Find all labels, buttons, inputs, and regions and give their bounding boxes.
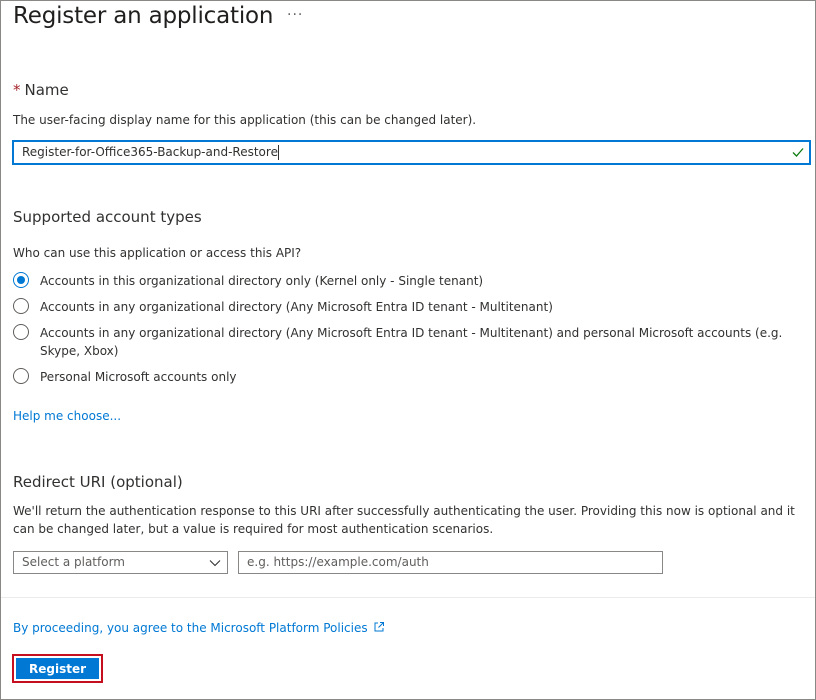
radio-button-checked[interactable] [13,272,29,288]
footer-bar: By proceeding, you agree to the Microsof… [1,597,815,699]
name-input[interactable]: Register-for-Office365-Backup-and-Restor… [13,141,810,164]
platform-select[interactable]: Select a platform [13,551,228,574]
text-caret [278,145,279,160]
name-label: * Name [13,81,69,99]
more-options-icon[interactable]: ··· [287,7,303,23]
radio-button[interactable] [13,298,29,314]
radio-label: Personal Microsoft accounts only [40,370,237,384]
redirect-uri-description: We'll return the authentication response… [13,504,795,536]
platform-select-value: Select a platform [22,555,125,569]
radio-button[interactable] [13,324,29,340]
radio-button[interactable] [13,368,29,384]
register-app-panel: Register an application ··· * Name The us… [0,0,816,700]
chevron-down-icon [209,560,221,567]
redirect-uri-input[interactable]: e.g. https://example.com/auth [238,551,663,574]
name-description: The user-facing display name for this ap… [13,113,477,127]
redirect-uri-placeholder: e.g. https://example.com/auth [247,555,429,569]
register-button[interactable]: Register [16,658,99,679]
help-me-choose-link[interactable]: Help me choose... [13,409,121,423]
page-title: Register an application [13,3,274,29]
account-types-label: Supported account types [13,208,202,226]
platform-policies-link[interactable]: By proceeding, you agree to the Microsof… [13,621,385,635]
register-button-highlight: Register [12,654,103,683]
required-mark: * [13,81,21,99]
platform-policies-text: By proceeding, you agree to the Microsof… [13,621,368,635]
check-icon [792,148,804,157]
external-link-icon [374,622,384,632]
redirect-uri-label: Redirect URI (optional) [13,473,183,491]
radio-label: Accounts in this organizational director… [40,274,484,288]
account-types-question: Who can use this application or access t… [13,246,302,260]
name-input-value: Register-for-Office365-Backup-and-Restor… [22,145,278,159]
radio-label: Accounts in any organizational directory… [40,326,783,358]
radio-label: Accounts in any organizational directory… [40,300,553,314]
name-label-text: Name [24,81,69,99]
